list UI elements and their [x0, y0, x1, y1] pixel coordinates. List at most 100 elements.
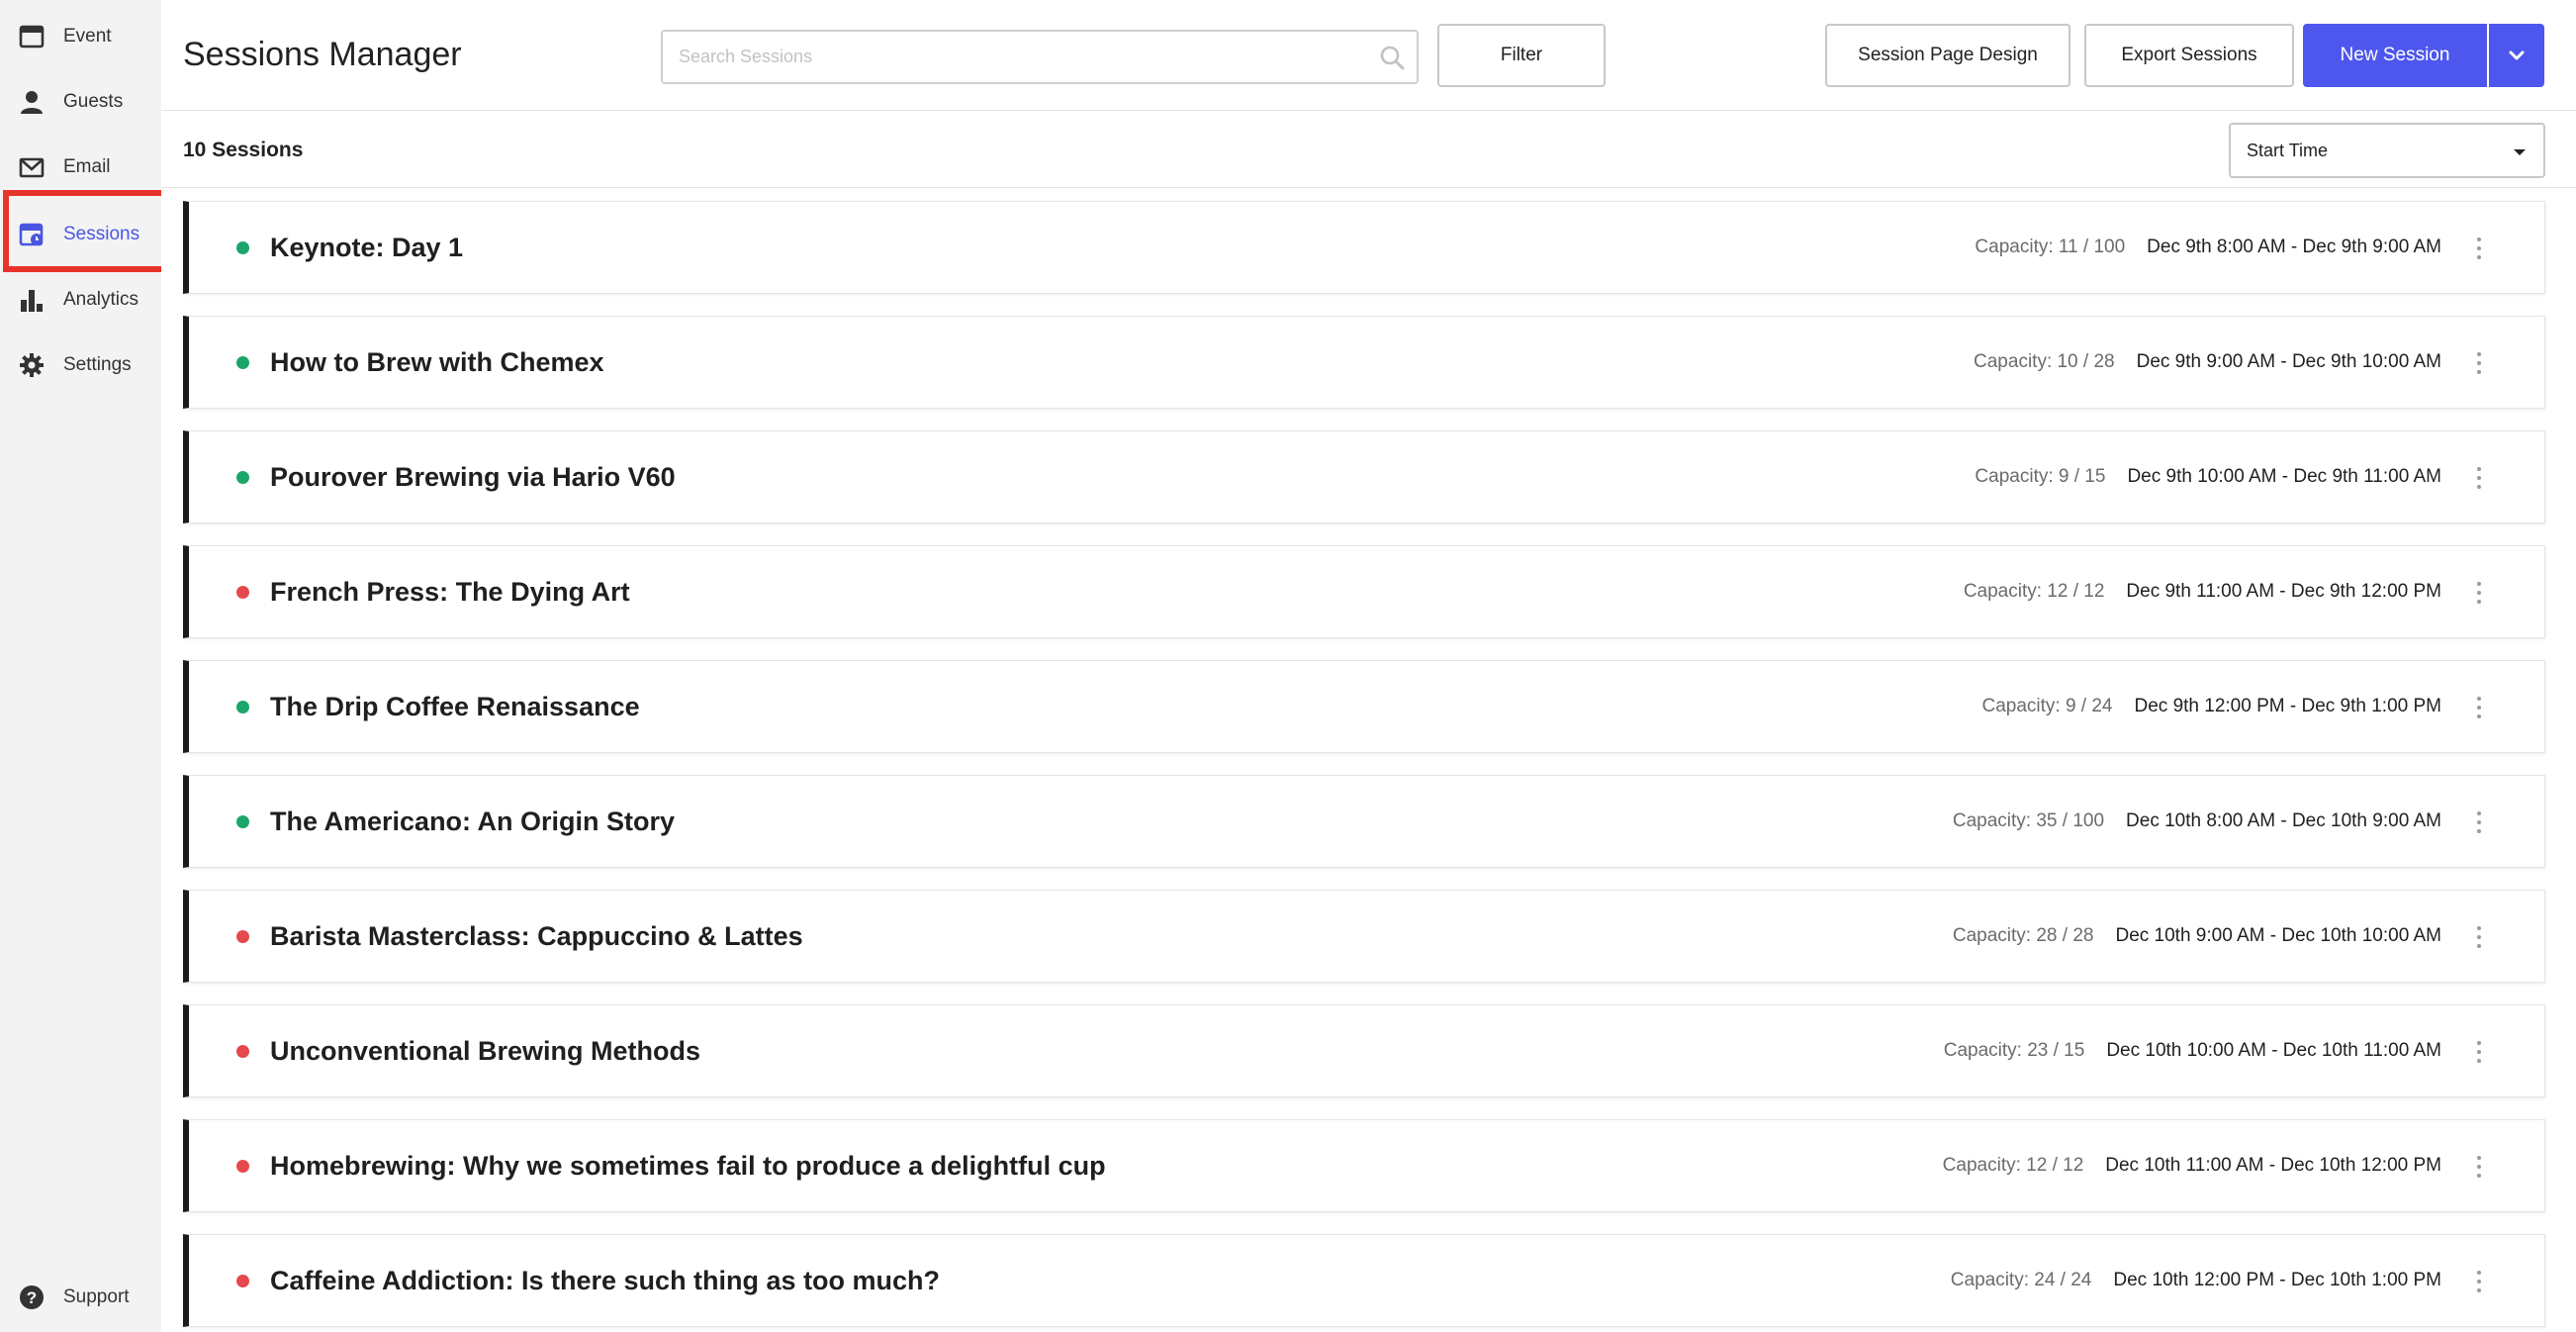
- more-options-icon[interactable]: [2473, 235, 2485, 262]
- more-options-icon[interactable]: [2473, 1153, 2485, 1181]
- session-row[interactable]: Unconventional Brewing Methods Capacity:…: [183, 1004, 2545, 1097]
- session-title: Caffeine Addiction: Is there such thing …: [270, 1266, 941, 1295]
- session-capacity: Capacity: 23 / 15: [1943, 1040, 2085, 1061]
- session-row[interactable]: French Press: The Dying Art Capacity: 12…: [183, 545, 2545, 638]
- sidebar-item-label: Guests: [63, 91, 124, 112]
- sidebar-item-event[interactable]: Event: [0, 4, 161, 69]
- more-options-icon[interactable]: [2473, 349, 2485, 377]
- session-page-design-button[interactable]: Session Page Design: [1825, 24, 2070, 87]
- sidebar-item-label: Email: [63, 156, 111, 177]
- session-time: Dec 9th 9:00 AM - Dec 9th 10:00 AM: [2136, 351, 2441, 372]
- sidebar-item-sessions[interactable]: Sessions: [0, 202, 161, 267]
- status-dot: [236, 930, 249, 943]
- session-capacity: Capacity: 10 / 28: [1974, 351, 2115, 372]
- envelope-icon: [18, 153, 46, 181]
- session-count: 10 Sessions: [183, 139, 304, 161]
- session-time: Dec 10th 12:00 PM - Dec 10th 1:00 PM: [2113, 1270, 2441, 1290]
- session-capacity: Capacity: 12 / 12: [1963, 581, 2105, 602]
- session-time: Dec 9th 11:00 AM - Dec 9th 12:00 PM: [2126, 581, 2441, 602]
- session-time: Dec 10th 9:00 AM - Dec 10th 10:00 AM: [2115, 925, 2441, 946]
- session-title: Barista Masterclass: Cappuccino & Lattes: [270, 921, 803, 951]
- session-row[interactable]: The Drip Coffee Renaissance Capacity: 9 …: [183, 660, 2545, 753]
- chevron-down-icon: [2510, 143, 2530, 162]
- session-title: The Americano: An Origin Story: [270, 807, 676, 836]
- session-capacity: Capacity: 28 / 28: [1952, 925, 2094, 946]
- sort-value: Start Time: [2247, 141, 2329, 160]
- session-title: How to Brew with Chemex: [270, 347, 604, 377]
- session-capacity: Capacity: 9 / 15: [1975, 466, 2106, 487]
- session-row[interactable]: The Americano: An Origin Story Capacity:…: [183, 775, 2545, 868]
- bar-chart-icon: [18, 286, 46, 314]
- sidebar-item-label: Event: [63, 26, 112, 47]
- session-time: Dec 9th 10:00 AM - Dec 9th 11:00 AM: [2127, 466, 2441, 487]
- session-title: Homebrewing: Why we sometimes fail to pr…: [270, 1151, 1106, 1181]
- more-options-icon[interactable]: [2473, 694, 2485, 721]
- session-row[interactable]: Barista Masterclass: Cappuccino & Lattes…: [183, 890, 2545, 983]
- more-options-icon[interactable]: [2473, 809, 2485, 836]
- session-time: Dec 10th 11:00 AM - Dec 10th 12:00 PM: [2105, 1155, 2441, 1176]
- more-options-icon[interactable]: [2473, 923, 2485, 951]
- calendar-icon: [18, 23, 46, 50]
- sidebar-item-guests[interactable]: Guests: [0, 69, 161, 135]
- new-session-dropdown-button[interactable]: [2489, 24, 2544, 87]
- list-toolbar: 10 Sessions Start Time: [161, 111, 2576, 188]
- more-options-icon[interactable]: [2473, 579, 2485, 607]
- session-row[interactable]: Keynote: Day 1 Capacity: 11 / 100 Dec 9th…: [183, 201, 2545, 294]
- status-dot: [236, 1160, 249, 1173]
- chevron-down-icon: [2509, 45, 2525, 66]
- new-session-button[interactable]: New Session: [2303, 24, 2487, 87]
- session-title: Keynote: Day 1: [270, 233, 464, 262]
- sidebar-item-analytics[interactable]: Analytics: [0, 267, 161, 333]
- status-dot: [236, 1045, 249, 1058]
- session-time: Dec 9th 8:00 AM - Dec 9th 9:00 AM: [2147, 237, 2441, 257]
- session-capacity: Capacity: 11 / 100: [1975, 237, 2126, 257]
- status-dot: [236, 701, 249, 714]
- session-capacity: Capacity: 35 / 100: [1952, 810, 2105, 831]
- session-capacity: Capacity: 9 / 24: [1981, 696, 2113, 716]
- session-row[interactable]: Pourover Brewing via Hario V60 Capacity:…: [183, 430, 2545, 523]
- more-options-icon[interactable]: [2473, 1038, 2485, 1066]
- status-dot: [236, 356, 249, 369]
- status-dot: [236, 1275, 249, 1287]
- search-box: [661, 30, 1419, 84]
- sidebar-item-email[interactable]: Email: [0, 135, 161, 200]
- status-dot: [236, 586, 249, 599]
- sidebar-item-label: Support: [63, 1286, 130, 1307]
- page-title: Sessions Manager: [183, 36, 462, 73]
- session-title: Unconventional Brewing Methods: [270, 1036, 701, 1066]
- session-time: Dec 10th 10:00 AM - Dec 10th 11:00 AM: [2106, 1040, 2441, 1061]
- sidebar-item-support[interactable]: ? Support: [0, 1265, 161, 1330]
- session-capacity: Capacity: 12 / 12: [1942, 1155, 2084, 1176]
- person-icon: [18, 88, 46, 116]
- more-options-icon[interactable]: [2473, 464, 2485, 492]
- help-icon: ?: [18, 1284, 46, 1311]
- sort-select[interactable]: Start Time: [2229, 123, 2545, 178]
- session-capacity: Capacity: 24 / 24: [1950, 1270, 2092, 1290]
- session-row[interactable]: How to Brew with Chemex Capacity: 10 / 2…: [183, 316, 2545, 409]
- sessions-icon: [18, 221, 46, 248]
- session-title: Pourover Brewing via Hario V60: [270, 462, 676, 492]
- session-time: Dec 9th 12:00 PM - Dec 9th 1:00 PM: [2134, 696, 2442, 716]
- session-row[interactable]: Caffeine Addiction: Is there such thing …: [183, 1234, 2545, 1327]
- svg-text:?: ?: [27, 1288, 37, 1307]
- gear-icon: [18, 351, 46, 379]
- sidebar-item-label: Sessions: [63, 224, 140, 244]
- sidebar-item-label: Settings: [63, 354, 132, 375]
- more-options-icon[interactable]: [2473, 1268, 2485, 1295]
- status-dot: [236, 815, 249, 828]
- search-input[interactable]: [663, 32, 1417, 82]
- sidebar: Event Guests Email Sessions Analytics Se…: [0, 0, 167, 1332]
- header: Sessions Manager Filter Session Page Des…: [161, 0, 2576, 111]
- session-row[interactable]: Homebrewing: Why we sometimes fail to pr…: [183, 1119, 2545, 1212]
- status-dot: [236, 241, 249, 254]
- search-icon[interactable]: [1379, 45, 1405, 70]
- status-dot: [236, 471, 249, 484]
- filter-button[interactable]: Filter: [1437, 24, 1606, 87]
- sidebar-item-label: Analytics: [63, 289, 139, 310]
- session-title: The Drip Coffee Renaissance: [270, 692, 640, 721]
- session-time: Dec 10th 8:00 AM - Dec 10th 9:00 AM: [2126, 810, 2441, 831]
- export-sessions-button[interactable]: Export Sessions: [2084, 24, 2294, 87]
- session-title: French Press: The Dying Art: [270, 577, 630, 607]
- main-content: Sessions Manager Filter Session Page Des…: [161, 0, 2576, 1332]
- sidebar-item-settings[interactable]: Settings: [0, 333, 161, 398]
